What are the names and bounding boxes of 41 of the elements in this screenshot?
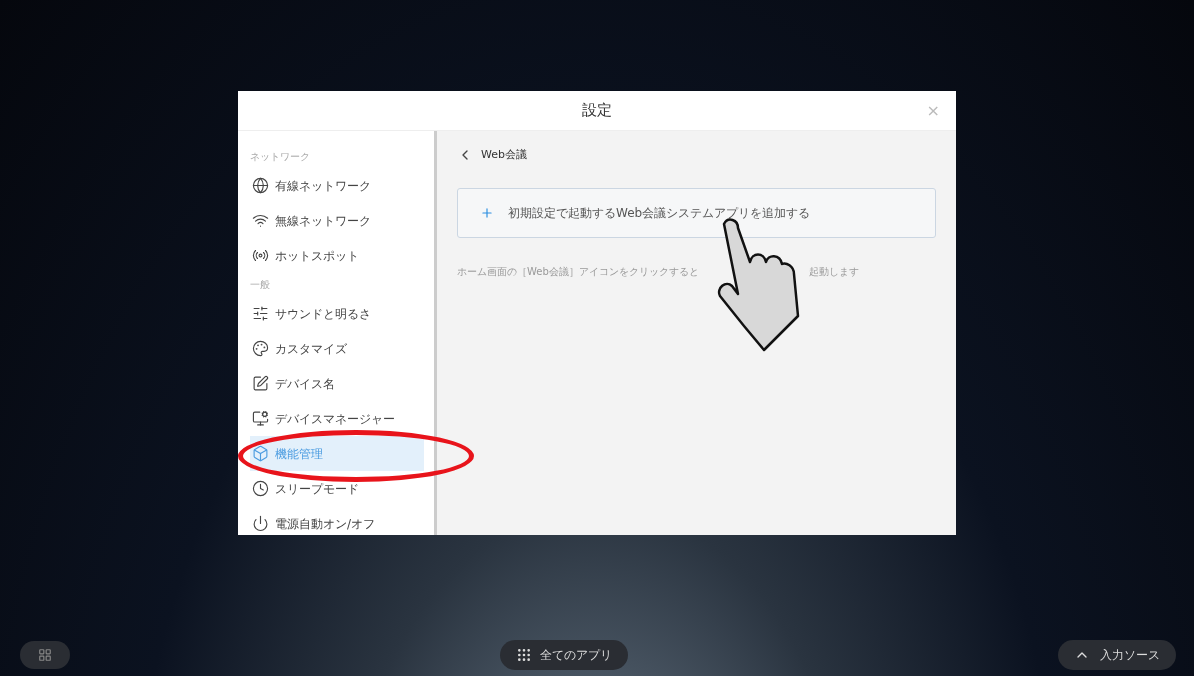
item-label: 無線ネットワーク [275,212,371,230]
windows-button[interactable] [20,641,70,669]
power-icon [252,515,269,532]
sidebar-item[interactable]: サウンドと明るさ [250,296,424,331]
edit-icon [252,375,269,392]
item-label: 有線ネットワーク [275,177,371,195]
dots-grid-icon [516,647,532,663]
add-app-button[interactable]: 初期設定で起動するWeb会議システムアプリを追加する [457,187,936,238]
input-source-button[interactable]: 入力ソース [1058,640,1176,670]
sidebar-item[interactable]: 電源自動オン/オフ [250,506,424,535]
palette-icon [252,340,269,357]
sidebar-item[interactable]: スリープモード [250,471,424,506]
item-label: ホットスポット [275,247,359,265]
cube-icon [252,445,269,462]
clock-icon [252,480,269,497]
signal-icon [252,247,269,264]
item-label: デバイス名 [275,375,335,393]
page-title: Web会議 [481,147,527,163]
item-label: スリープモード [275,480,359,498]
section-heading: ネットワーク [250,150,311,164]
sidebar-item[interactable]: 有線ネットワーク [250,168,424,203]
sidebar-item[interactable]: 無線ネットワーク [250,203,424,238]
all-apps-button[interactable]: 全てのアプリ [500,640,628,670]
item-label: 電源自動オン/オフ [275,515,376,533]
plus-icon [480,205,494,220]
item-label: 機能管理 [275,445,323,463]
item-label: カスタマイズ [275,340,347,358]
sliders-icon [252,305,269,322]
item-label: サウンドと明るさ [275,305,371,323]
sidebar-item[interactable]: デバイス名 [250,366,424,401]
wifi-icon [252,212,269,229]
hint-text: 起動します [808,264,859,279]
globe-icon [252,177,269,194]
item-label: デバイスマネージャー [275,410,395,428]
grid-icon [38,648,52,662]
dialog-title: 設定 [582,100,612,122]
sidebar-item[interactable]: ホットスポット [250,238,424,273]
sidebar-item[interactable]: デバイスマネージャー [250,401,424,436]
hint-text: ホーム画面の［Web会議］アイコンをクリックすると [457,264,699,279]
monitor-icon [252,410,269,427]
sidebar-item[interactable]: カスタマイズ [250,331,424,366]
